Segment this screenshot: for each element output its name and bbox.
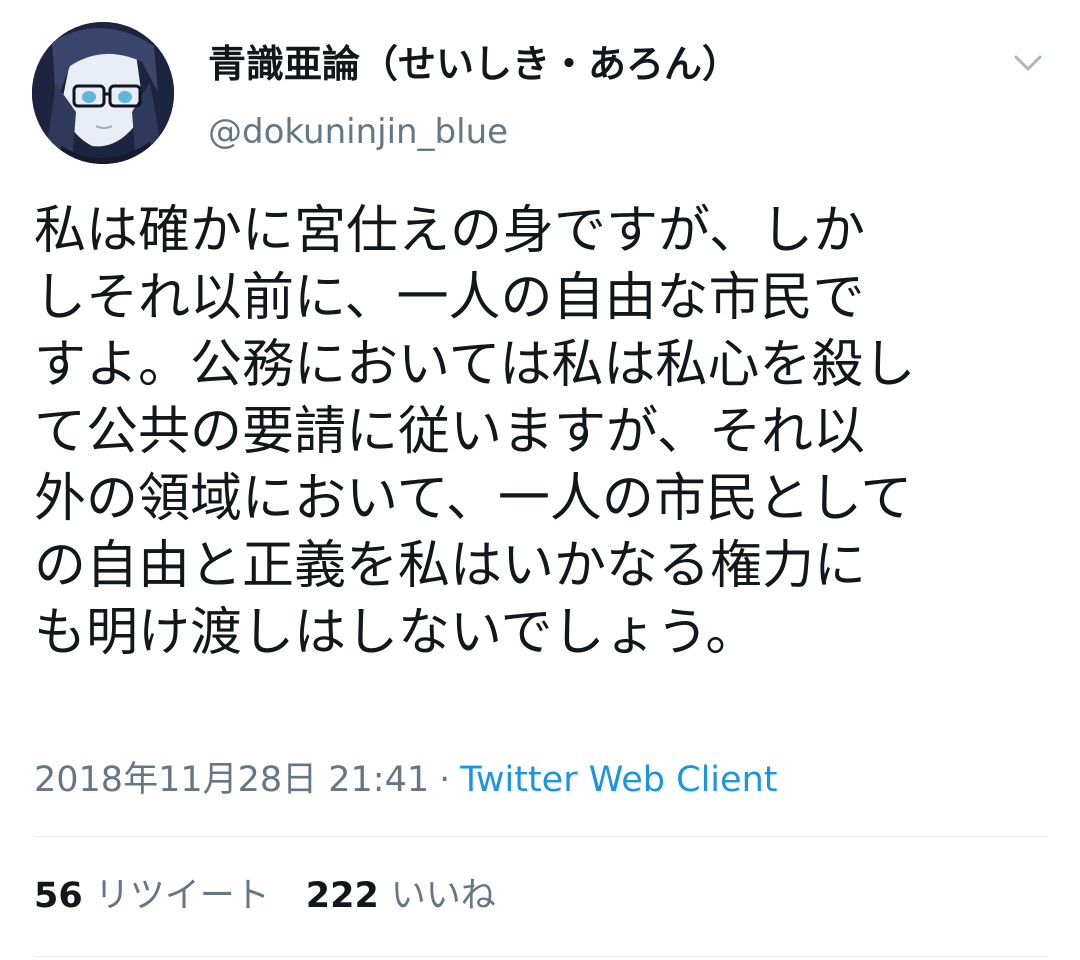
tweet-header: 青識亜論（せいしき・あろん） @dokuninjin_blue [32, 22, 1048, 172]
divider [34, 956, 1048, 957]
avatar-illustration-icon [32, 22, 174, 164]
tweet-text-line: の自由と正義を私はいかなる権力に [34, 536, 867, 596]
tweet-text-line: も明け渡しはしないでしょう。 [34, 603, 758, 663]
meta-separator: · [439, 760, 451, 800]
tweet-text-line: しそれ以前に、一人の自由な市民で [34, 268, 865, 328]
avatar[interactable] [32, 22, 174, 164]
chevron-down-icon[interactable] [1008, 48, 1048, 78]
tweet-stats: 56 リツイート 222 いいね [34, 872, 496, 920]
client-link[interactable]: Twitter Web Client [460, 760, 777, 800]
tweet-text-line: 外の領域において、一人の市民として [34, 469, 913, 529]
tweet-text-line: 私は確かに宮仕えの身ですが、しか [34, 201, 865, 261]
like-stat[interactable]: 222 いいね [306, 872, 496, 920]
retweet-count: 56 [34, 876, 83, 916]
tweet-meta: 2018年11月28日 21:41 · Twitter Web Client [34, 756, 777, 804]
tweet-text-line: て公共の要請に従いますが、それ以 [34, 402, 865, 462]
tweet-text-line: すよ。公務においては私は私心を殺し [34, 335, 916, 395]
divider [34, 836, 1048, 837]
retweet-stat[interactable]: 56 リツイート [34, 872, 270, 920]
display-name[interactable]: 青識亜論（せいしき・あろん） [208, 40, 740, 88]
user-handle[interactable]: @dokuninjin_blue [208, 110, 508, 154]
like-count: 222 [305, 876, 379, 916]
tweet-text: 私は確かに宮仕えの身ですが、しか しそれ以前に、一人の自由な市民で すよ。公務に… [34, 198, 1044, 667]
tweet-timestamp[interactable]: 2018年11月28日 21:41 [34, 760, 429, 800]
like-label: いいね [390, 876, 496, 916]
retweet-label: リツイート [94, 876, 270, 916]
